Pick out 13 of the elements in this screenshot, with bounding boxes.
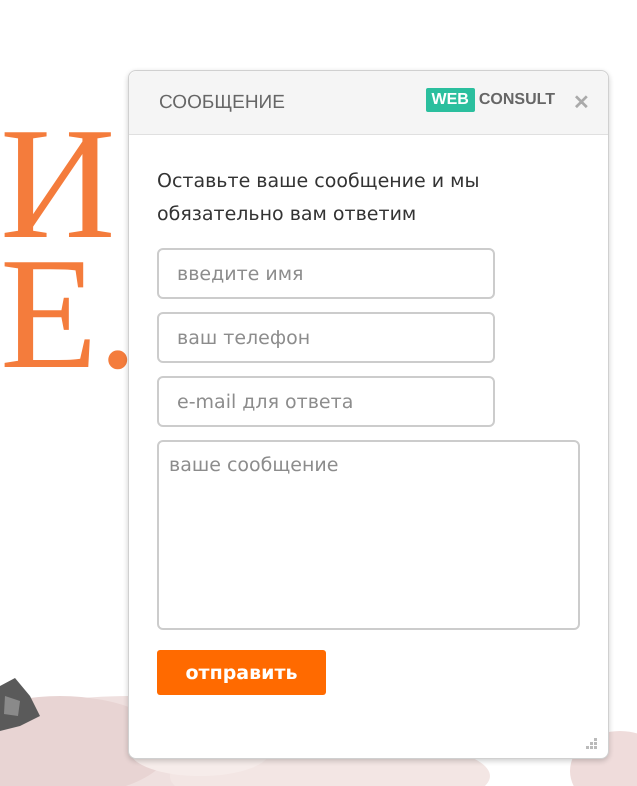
input-field[interactable]: ваш телефон <box>157 312 495 363</box>
resize-grip-icon[interactable] <box>586 738 598 750</box>
logo-text: CONSULT <box>478 90 555 108</box>
close-button[interactable]: ✕ <box>573 90 590 115</box>
decorative-letter: Е. <box>0 248 138 378</box>
message-field[interactable]: ваше сообщение <box>157 440 580 630</box>
input-field[interactable]: e-mail для ответа <box>157 376 495 427</box>
decorative-letter: И <box>0 118 116 248</box>
intro-text: Оставьте ваше сообщение и мы обязательно вам ответим <box>157 169 480 227</box>
input-field[interactable]: введите имя <box>157 248 495 299</box>
send-button[interactable]: отправить <box>157 650 326 695</box>
dialog-title: СООБЩЕНИЕ <box>159 92 286 114</box>
logo-badge: WEB <box>426 88 475 112</box>
